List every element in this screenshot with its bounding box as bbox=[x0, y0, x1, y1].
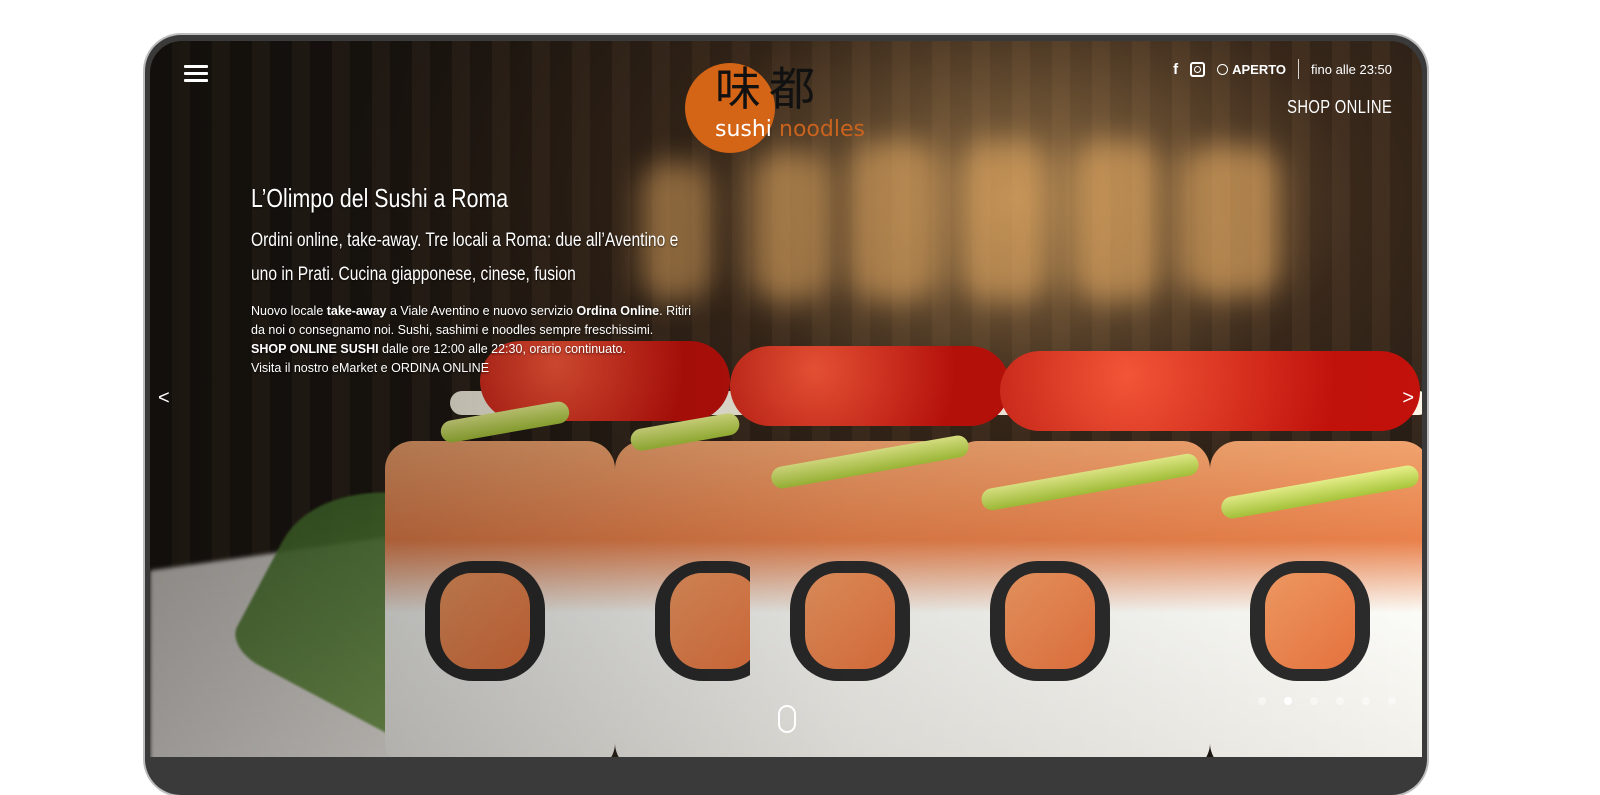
hero-subtitle: Ordini online, take-away. Tre locali a R… bbox=[251, 230, 679, 285]
instagram-icon[interactable] bbox=[1190, 61, 1206, 77]
logo-sushi-text: sushi bbox=[715, 117, 772, 142]
logo[interactable]: 味都 sushi noodles bbox=[685, 53, 885, 163]
logo-noodles-text: noodles bbox=[779, 117, 865, 142]
status-label: APERTO bbox=[1232, 61, 1287, 77]
slider-dot[interactable] bbox=[1336, 697, 1344, 705]
hero-body-bold: take-away bbox=[326, 304, 387, 318]
hamburger-menu-icon[interactable] bbox=[184, 65, 208, 83]
slider-dots bbox=[1258, 697, 1396, 705]
header-top-right: f APERTO fino alle 23:50 bbox=[1173, 59, 1392, 79]
facebook-icon[interactable]: f bbox=[1173, 61, 1178, 78]
status-until: fino alle 23:50 bbox=[1311, 61, 1392, 77]
clock-icon bbox=[1217, 63, 1229, 75]
slider-dot[interactable] bbox=[1388, 697, 1396, 705]
hero-body: Nuovo locale take-away a Viale Aventino … bbox=[251, 302, 701, 378]
opening-status: APERTO bbox=[1217, 62, 1286, 77]
slider-dot[interactable] bbox=[1310, 697, 1318, 705]
hero-body-text: a Viale Aventino e nuovo servizio bbox=[386, 304, 577, 318]
hero-title: L’Olimpo del Sushi a Roma bbox=[251, 183, 509, 213]
hero-body-text: Nuovo locale bbox=[251, 304, 327, 318]
hero-body-text: dalle ore 12:00 alle 22:30, orario conti… bbox=[378, 342, 626, 356]
slider-dot[interactable] bbox=[1284, 697, 1292, 705]
divider bbox=[1298, 59, 1300, 79]
hero-body-bold: SHOP ONLINE SUSHI bbox=[251, 342, 379, 356]
slider-dot[interactable] bbox=[1362, 697, 1370, 705]
slider-dot[interactable] bbox=[1258, 697, 1266, 705]
hero-body-bold: Ordina Online bbox=[576, 304, 660, 318]
slider-prev-arrow[interactable]: < bbox=[158, 387, 170, 410]
scroll-down-indicator[interactable] bbox=[778, 705, 796, 733]
emarket-link[interactable]: Visita il nostro eMarket e ORDINA ONLINE bbox=[251, 361, 489, 375]
hero-caption: L’Olimpo del Sushi a Roma Ordini online,… bbox=[251, 183, 701, 378]
slider-next-arrow[interactable]: > bbox=[1402, 387, 1414, 410]
shop-online-link[interactable]: SHOP ONLINE bbox=[1287, 97, 1392, 118]
hero-slider: 味都 sushi noodles f APERTO fino alle 23:5… bbox=[150, 41, 1422, 757]
logo-kanji: 味都 bbox=[715, 62, 823, 116]
